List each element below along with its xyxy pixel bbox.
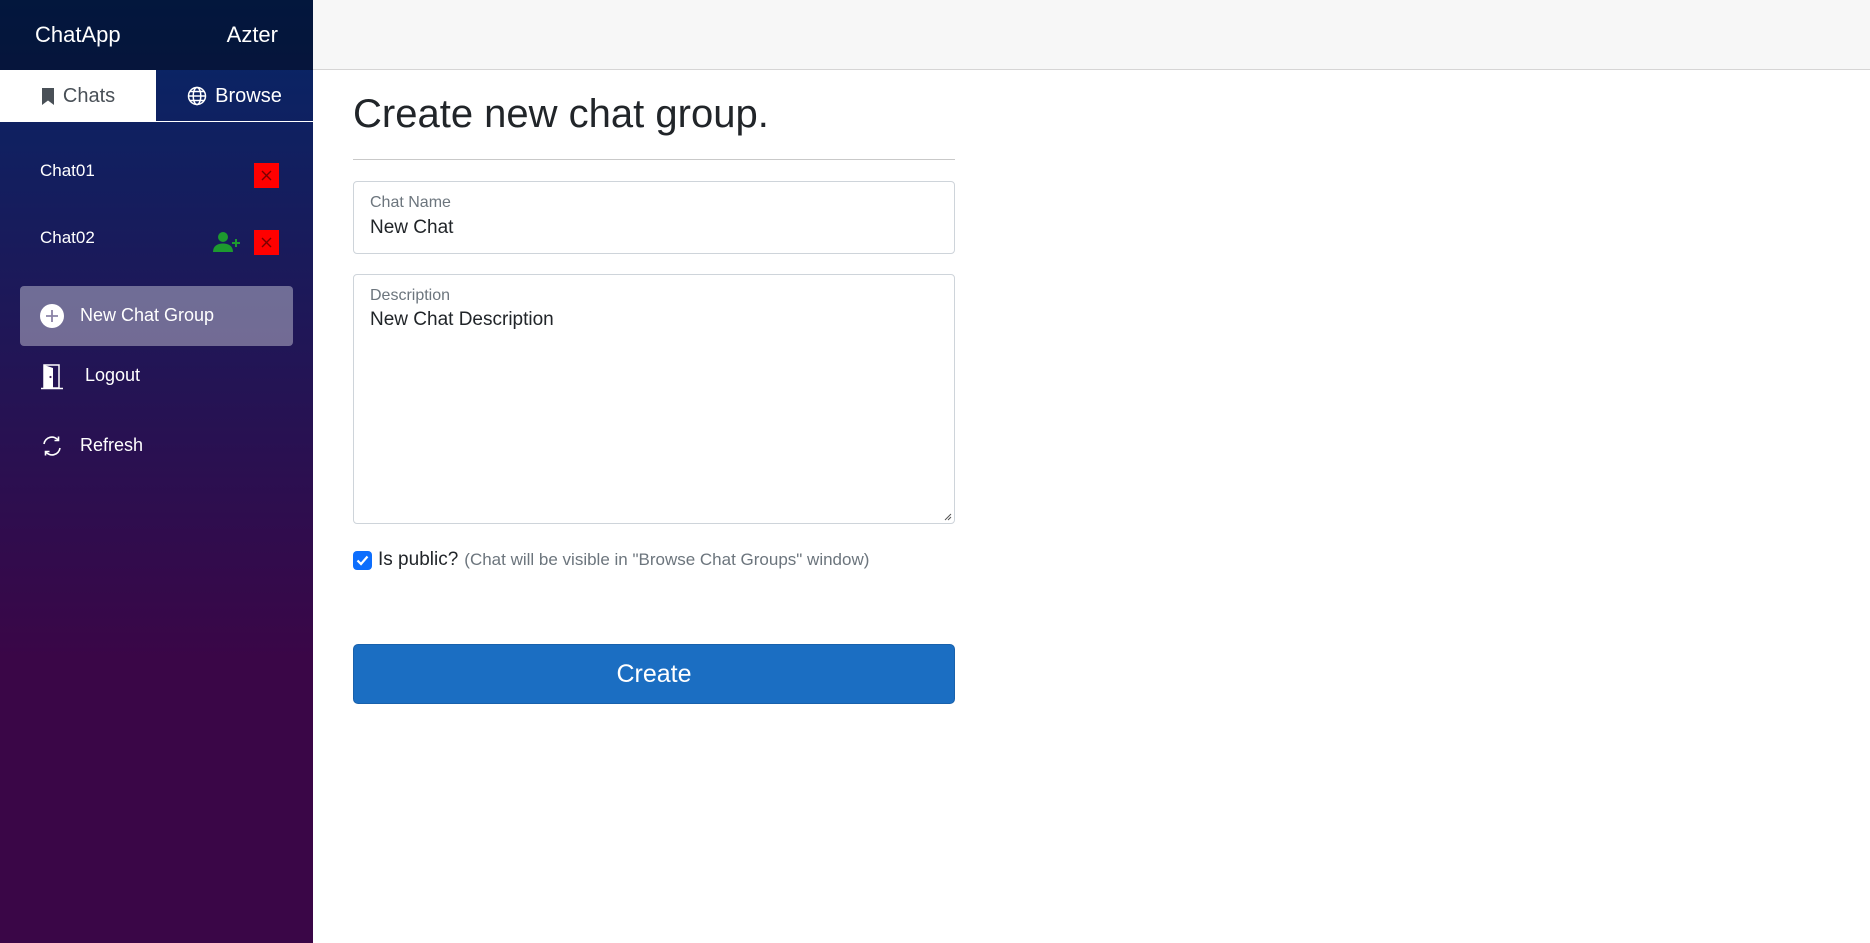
globe-icon	[187, 86, 207, 106]
add-user-button[interactable]	[213, 231, 241, 253]
chat-name-input[interactable]: New Chat	[370, 217, 453, 239]
chat-list-item-chat01[interactable]: Chat01	[20, 148, 293, 198]
is-public-label[interactable]: Is public?	[378, 549, 458, 571]
tab-chats[interactable]: Chats	[0, 70, 156, 122]
bookmark-icon	[41, 87, 55, 106]
nav-new-chat-group[interactable]: New Chat Group	[20, 286, 293, 346]
chat-name: Chat02	[40, 228, 95, 247]
app-brand[interactable]: ChatApp	[35, 22, 121, 48]
is-public-checkbox[interactable]	[353, 550, 372, 570]
chat-name: Chat01	[40, 161, 95, 180]
nav-refresh-label: Refresh	[80, 435, 144, 455]
door-icon	[40, 364, 64, 390]
chat-list-item-chat02[interactable]: Chat02	[20, 215, 293, 265]
nav-new-chat-group-label: New Chat Group	[80, 305, 215, 325]
brand-bar: ChatApp Azter	[0, 0, 313, 70]
chat-name-label: Chat Name	[370, 194, 451, 211]
create-button[interactable]: Create	[353, 644, 955, 704]
description-label: Description	[370, 287, 451, 304]
top-bar	[313, 0, 1870, 70]
nav-logout-label: Logout	[85, 365, 141, 385]
tab-browse-label: Browse	[215, 84, 282, 107]
tab-browse[interactable]: Browse	[156, 70, 313, 122]
close-icon	[261, 237, 272, 248]
description-textarea[interactable]: New Chat Description	[370, 309, 554, 331]
refresh-icon	[40, 434, 64, 458]
description-field[interactable]: Description New Chat Description	[353, 274, 955, 524]
delete-chat-button[interactable]	[254, 230, 279, 255]
person-add-icon	[213, 232, 240, 252]
sidebar: ChatApp Azter Chats Browse Chat01 Chat02…	[0, 0, 313, 943]
current-user-name: Azter	[226, 22, 278, 47]
title-divider	[353, 159, 955, 160]
is-public-note: (Chat will be visible in "Browse Chat Gr…	[464, 550, 870, 569]
checkmark-icon	[356, 555, 369, 566]
nav-logout[interactable]: Logout	[20, 346, 293, 406]
delete-chat-button[interactable]	[254, 163, 279, 188]
resize-handle-icon[interactable]	[943, 512, 952, 521]
sidebar-tabs: Chats Browse	[0, 70, 313, 122]
chat-name-field[interactable]: Chat Name New Chat	[353, 181, 955, 254]
is-public-row: Is public? (Chat will be visible in "Bro…	[353, 549, 869, 571]
plus-circle-icon	[40, 304, 64, 328]
page-title: Create new chat group.	[353, 92, 769, 136]
nav-refresh[interactable]: Refresh	[20, 416, 293, 476]
tab-chats-label: Chats	[62, 84, 116, 107]
close-icon	[261, 170, 272, 181]
